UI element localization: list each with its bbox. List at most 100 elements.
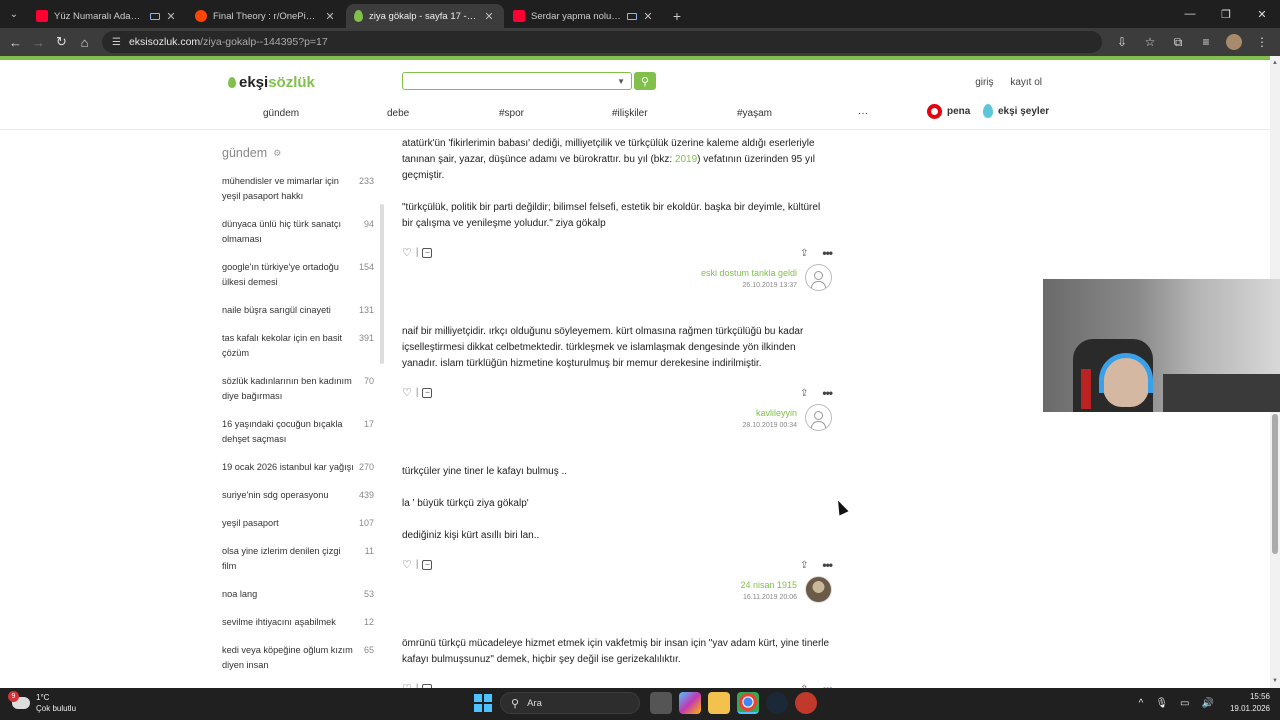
heart-icon[interactable]: ♡ [402,386,412,399]
close-tab-icon[interactable]: ✕ [482,10,496,23]
entry-date[interactable]: 28.10.2019 00:34 [743,422,798,429]
minus-icon[interactable]: − [422,387,433,398]
bookmark-star-icon[interactable]: ☆ [1136,35,1164,49]
entry-author: kavlileyyin 28.10.2019 00:34 [402,404,832,450]
entry-paragraph: dediğiniz kişi kürt asıllı biri lan.. [402,530,540,541]
sidebar-topic[interactable]: 16 yaşındaki çocuğun bıçakla dehşet saçm… [222,417,380,447]
scroll-down-icon[interactable]: ▼ [1272,678,1278,684]
nav-more[interactable]: ··· [858,108,868,119]
nav-gundem[interactable]: gündem [263,108,299,119]
pena-link[interactable]: pena [927,104,970,119]
tab-1[interactable]: Final Theory : r/OnePiece ✕ [187,4,345,28]
network-icon[interactable]: ▭ [1180,698,1189,709]
sidebar-topic[interactable]: olsa yine izlerim denilen çizgi film 11 [222,544,380,574]
nav-spor[interactable]: #spor [499,108,524,119]
reading-list-icon[interactable]: ≡ [1192,35,1220,49]
chrome-icon[interactable] [736,692,759,714]
sidebar-scrollbar[interactable] [380,204,384,364]
author-name[interactable]: kavlileyyin [743,408,797,418]
new-tab-plus-icon[interactable]: + [664,4,690,28]
app-icon[interactable] [794,692,817,714]
sidebar-topic[interactable]: dünyaca ünlü hiç türk sanatçı olmaması 94 [222,217,380,247]
windows-start-icon[interactable] [474,694,492,712]
weather-widget[interactable]: 9 1°C Çok bulutlu [8,691,76,714]
minimize-icon[interactable]: — [1172,0,1208,28]
entry-date[interactable]: 16.11.2019 20:06 [740,594,797,601]
heart-icon[interactable]: ♡ [402,558,412,571]
sidebar-topic[interactable]: noa lang 53 [222,587,380,602]
task-view-icon[interactable] [649,692,672,714]
sidebar-topic[interactable]: suriye'nin sdg operasyonu 439 [222,488,380,503]
author-name[interactable]: 24 nisan 1915 [740,580,797,590]
search-button[interactable]: ⚲ [634,72,656,90]
sidebar-topic[interactable]: sevilme ihtiyacını aşabilmek 12 [222,615,380,630]
reload-icon[interactable]: ↻ [50,30,73,54]
sidebar-topic[interactable]: mühendisler ve mimarlar için yeşil pasap… [222,174,380,204]
minus-icon[interactable]: − [422,247,433,258]
profile-avatar[interactable] [1226,34,1242,50]
home-icon[interactable]: ⌂ [73,30,96,54]
gear-icon[interactable]: ⚙ [273,148,281,159]
avatar[interactable] [805,576,832,603]
author-name[interactable]: eski dostum tankla geldi [701,268,797,278]
chevron-up-icon[interactable]: ^ [1139,698,1144,709]
avatar[interactable] [805,404,832,431]
tab-0[interactable]: Yüz Numaralı Adam | Kem... ✕ [28,4,186,28]
entry-date[interactable]: 26.10.2019 13:37 [701,282,798,289]
tab-2[interactable]: ziya gökalp - sayfa 17 - ekşi söz... ✕ [346,4,504,28]
sidebar-topic[interactable]: naile büşra sarıgül cinayeti 131 [222,303,380,318]
more-dots-icon[interactable]: ••• [822,386,833,400]
volume-icon[interactable]: 🔊 [1202,698,1214,709]
restore-icon[interactable]: ❐ [1208,0,1244,28]
close-tab-icon[interactable]: ✕ [164,10,178,23]
share-icon[interactable]: ⇪ [800,248,808,259]
copilot-icon[interactable] [678,692,701,714]
search-input[interactable]: ▼ [402,72,632,90]
tab-search-chevron-icon[interactable]: ⌄ [0,0,28,28]
nav-debe[interactable]: debe [387,108,409,119]
sidebar-topic[interactable]: sözlük kadınlarının ben kadınım diye bağ… [222,374,380,404]
close-tab-icon[interactable]: ✕ [323,10,337,23]
sidebar-topic[interactable]: 19 ocak 2026 istanbul kar yağışı 270 [222,460,380,475]
scroll-up-icon[interactable]: ▲ [1272,60,1278,66]
back-arrow-icon[interactable]: ← [4,30,27,54]
share-icon[interactable]: ⇪ [800,388,808,399]
clock[interactable]: 15:56 19.01.2026 [1230,691,1270,715]
nav-iliskiler[interactable]: #ilişkiler [612,108,648,119]
address-bar[interactable]: ☰ eksisozluk.com/ziya-gokalp--144395?p=1… [102,31,1102,53]
microphone-icon[interactable]: 🎙 [1155,698,1168,709]
webcam-overlay [1043,279,1280,412]
login-link[interactable]: giriş [975,77,993,88]
close-window-icon[interactable]: ✕ [1244,0,1280,28]
site-info-icon[interactable]: ☰ [112,37,121,48]
share-icon[interactable]: ⇪ [800,560,808,571]
minus-icon[interactable]: − [422,559,433,570]
eksi-seyler-link[interactable]: ekşi şeyler [983,104,1049,118]
more-dots-icon[interactable]: ••• [822,558,833,572]
bkz-link[interactable]: 2019 [675,154,697,165]
sidebar-topic[interactable]: tas kafalı kekolar için en basit çözüm 39… [222,331,380,361]
nav-yasam[interactable]: #yaşam [737,108,772,119]
close-tab-icon[interactable]: ✕ [641,10,655,23]
search-dropdown-icon[interactable]: ▼ [617,77,625,86]
sidebar-topic[interactable]: yeşil pasaport 107 [222,516,380,531]
tab-3[interactable]: Serdar yapma nolursun !!! $... ✕ [505,4,663,28]
steam-icon[interactable] [765,692,788,714]
url-path: /ziya-gokalp--144395?p=17 [200,36,328,48]
file-explorer-icon[interactable] [707,692,730,714]
scrollbar-thumb[interactable] [1272,414,1278,554]
taskbar-search[interactable]: ⚲ Ara [500,692,640,714]
forward-arrow-icon[interactable]: → [27,30,50,54]
register-link[interactable]: kayıt ol [1010,77,1042,88]
avatar[interactable] [805,264,832,291]
menu-dots-icon[interactable]: ⋮ [1248,35,1276,49]
sidebar-topic[interactable]: kedi veya köpeğine oğlum kızım diyen ins… [222,643,380,673]
install-app-icon[interactable]: ⇩ [1108,35,1136,49]
heart-icon[interactable]: ♡ [402,246,412,259]
extensions-puzzle-icon[interactable]: ⧉ [1164,35,1192,50]
more-dots-icon[interactable]: ••• [822,246,833,260]
topic-count: 17 [363,419,374,429]
sidebar-topic[interactable]: google'ın türkiye'ye ortadoğu ülkesi dem… [222,260,380,290]
sidebar-title[interactable]: gündem ⚙ [222,146,380,160]
site-logo[interactable]: ekşi sözlük [228,74,315,91]
